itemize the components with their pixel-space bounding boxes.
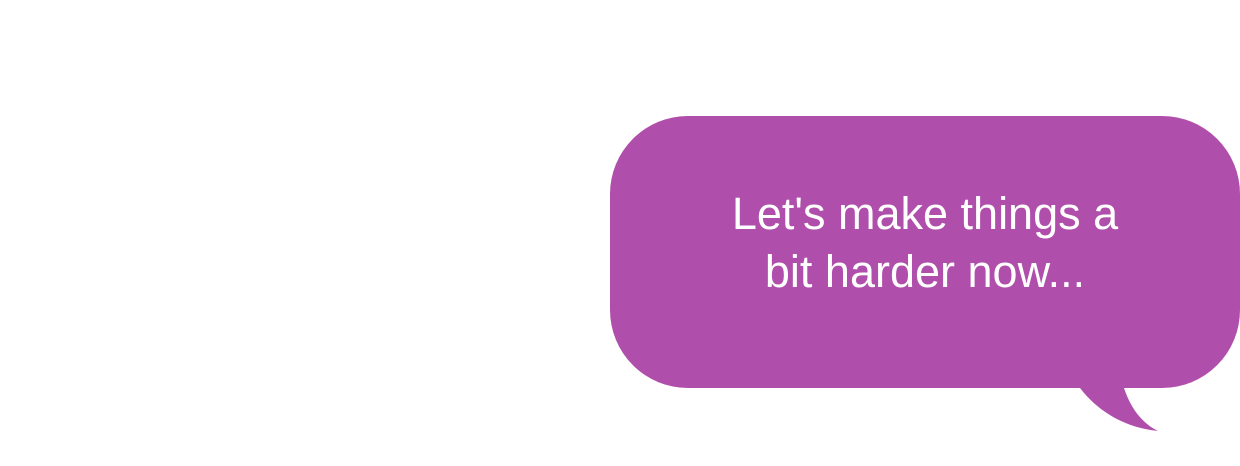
message-bubble: Let's make things a bit harder now... — [610, 116, 1240, 388]
chat-canvas: Let's make things a bit harder now... — [0, 0, 1240, 466]
bubble-tail — [1080, 388, 1158, 431]
message-text: Let's make things a bit harder now... — [731, 188, 1119, 297]
